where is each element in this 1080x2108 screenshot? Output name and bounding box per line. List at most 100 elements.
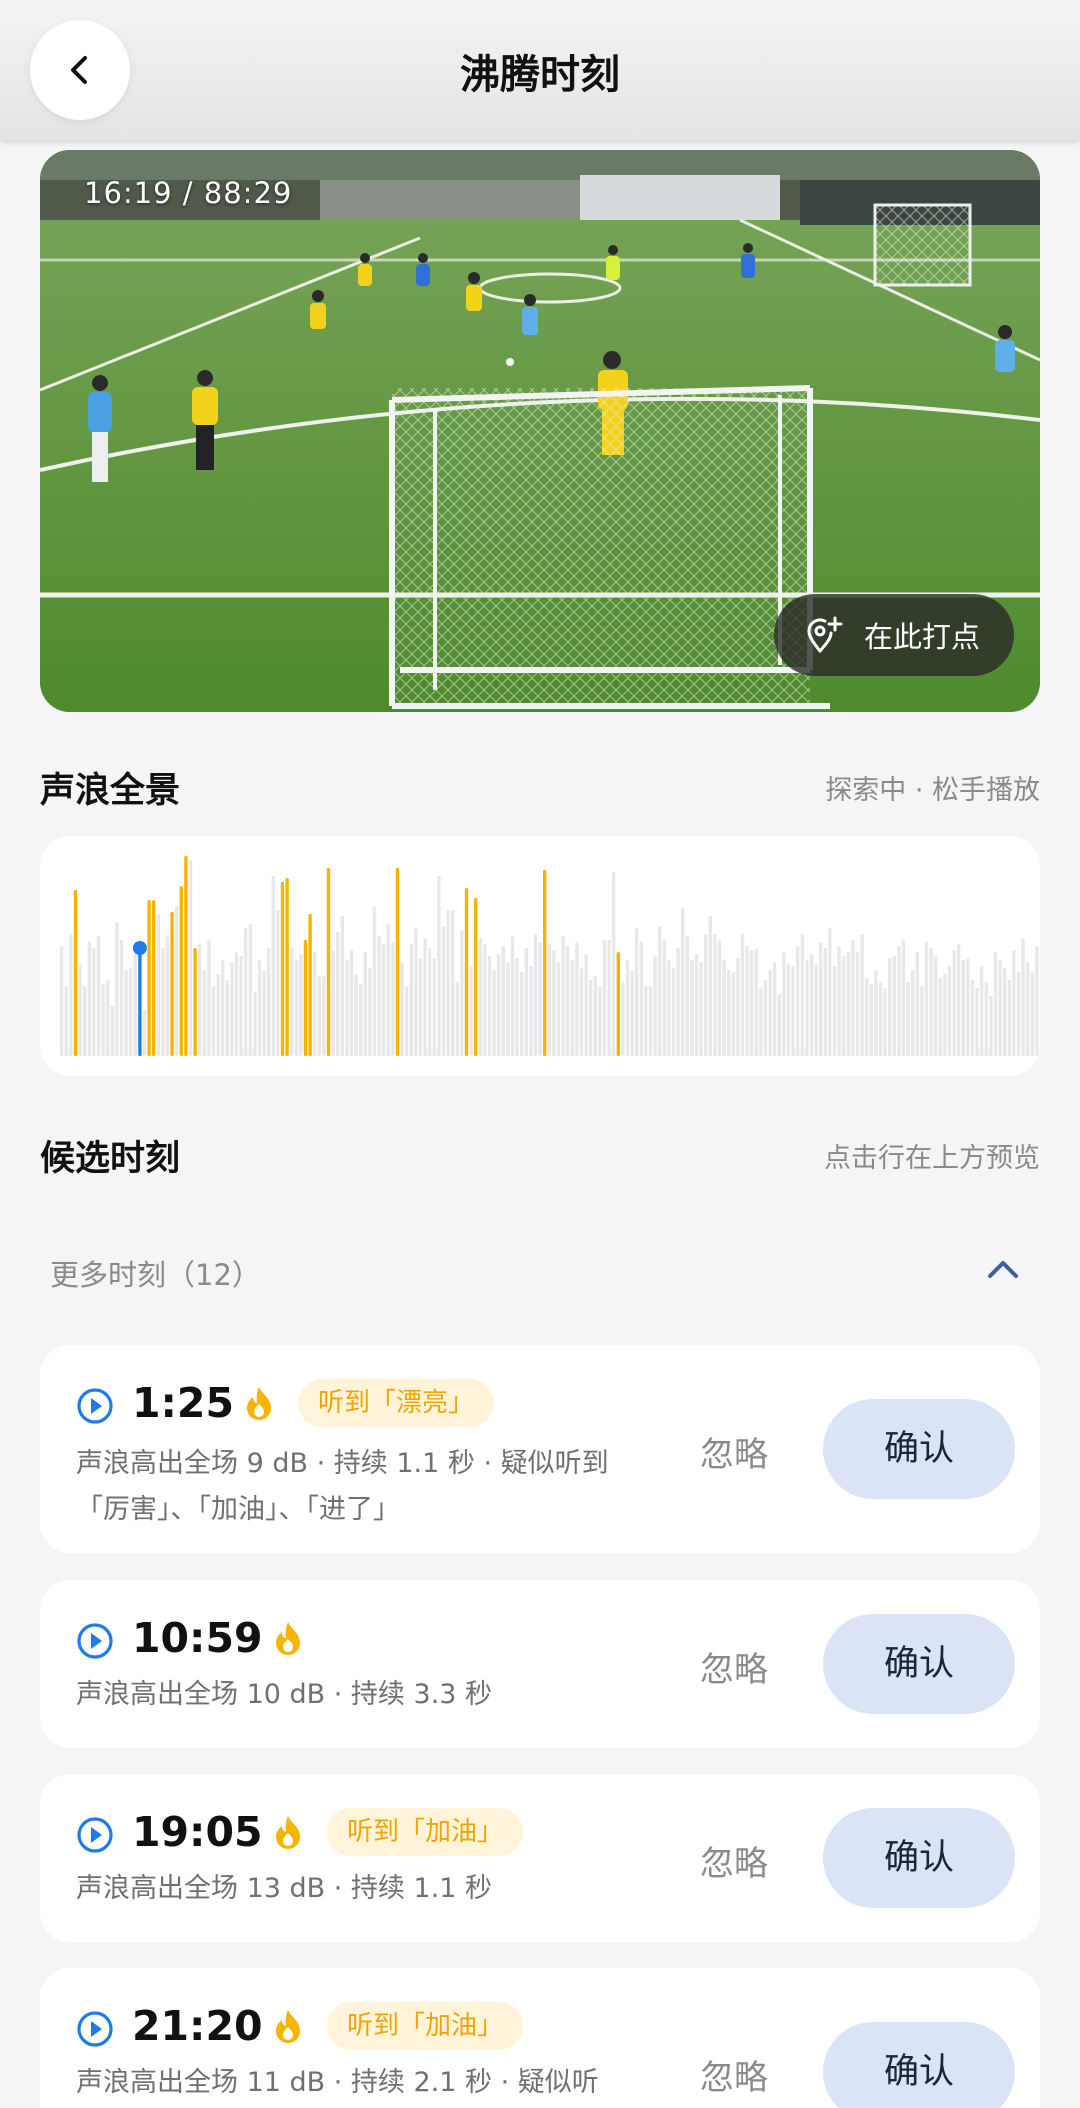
wave-bar [621,982,625,1056]
wave-bar [294,960,298,1056]
flame-icon [273,2008,303,2048]
ignore-button[interactable]: 忽略 [700,1642,768,1691]
wave-bar [878,982,883,1056]
moment-card[interactable]: 10:59 声浪高出全场 10 dB · 持续 3.3 秒 忽略 确认 [40,1580,1040,1748]
wave-bar [566,946,570,1056]
wave-bar [257,960,262,1056]
more-moments-toggle[interactable]: 更多时刻（12） [40,1230,1040,1320]
wave-peak-bar [285,878,289,1056]
video-timecode: 16:19 / 88:29 [84,176,293,210]
wave-bar [911,970,915,1056]
play-icon[interactable] [76,1387,114,1429]
play-icon[interactable] [76,1622,114,1664]
wave-bar [234,952,239,1056]
wave-bar [483,944,487,1056]
wave-peak-bar [326,868,331,1056]
wave-peak-bar [464,888,469,1056]
wave-bar [750,950,754,1056]
wave-bar [809,954,814,1056]
wave-bar [207,940,211,1056]
wave-bar [455,982,459,1056]
wave-bar [529,966,533,1056]
video-preview[interactable]: 16:19 / 88:29 在此打点 [40,150,1040,712]
wave-bar [423,938,427,1056]
wave-bar [1012,950,1016,1056]
moment-card[interactable]: 1:25 听到「漂亮」 声浪高出全场 9 dB · 持续 1.1 秒 · 疑似听… [40,1345,1040,1553]
wave-bar [331,950,335,1056]
wave-peak-bar [474,898,478,1056]
wave-bar [676,948,680,1056]
wave-bar [492,970,496,1056]
wave-bar [690,960,694,1056]
wave-bar [524,948,528,1056]
mark-here-button[interactable]: 在此打点 [774,594,1014,676]
wave-bar [248,924,252,1056]
wave-bar [883,988,887,1056]
moment-card[interactable]: 19:05 听到「加油」 声浪高出全场 13 dB · 持续 1.1 秒 忽略 … [40,1774,1040,1942]
ignore-button[interactable]: 忽略 [700,2050,768,2099]
wave-bar [165,936,170,1056]
wave-peak-bar [147,900,151,1056]
wave-peak-bar [179,886,183,1056]
wave-bar [469,966,473,1056]
wave-bar [239,956,243,1056]
wave-bar [980,966,984,1056]
confirm-button[interactable]: 确认 [823,1808,1015,1908]
wave-bar [961,960,965,1056]
wave-bar [874,970,878,1056]
play-icon[interactable] [76,2010,114,2052]
wave-bar [96,936,101,1056]
wave-bar [244,928,248,1056]
wave-bar [773,962,777,1056]
wave-bar [547,944,551,1056]
wave-peak-bar [303,940,308,1056]
wave-bar [975,988,979,1056]
wave-bar [202,970,206,1056]
wave-bar [354,974,358,1056]
moment-card[interactable]: 21:20 听到「加油」 声浪高出全场 11 dB · 持续 2.1 秒 · 疑… [40,1968,1040,2108]
wave-bar [188,860,193,1056]
wave-bar [957,944,961,1056]
wave-cursor-handle[interactable] [132,941,147,955]
wave-peak-bar [308,914,312,1056]
wave-bar [142,1010,147,1056]
wave-bar [667,960,671,1056]
wave-bar [897,946,901,1056]
wave-bar [685,936,689,1056]
wave-bar [630,970,634,1056]
sound-wave-panel[interactable] [40,836,1053,1076]
wave-bar [998,960,1002,1056]
wave-bar [786,964,791,1056]
wave-bar [966,958,970,1056]
wave-bar [865,978,869,1056]
wave-bar [658,926,662,1056]
flame-icon [273,1814,303,1854]
wave-bar [1021,938,1025,1056]
wave-bar [372,906,377,1056]
moment-description: 声浪高出全场 13 dB · 持续 1.1 秒 [76,1873,493,1904]
wave-bar [211,986,216,1056]
wave-bar [602,940,607,1056]
confirm-button[interactable]: 确认 [823,1399,1015,1499]
ignore-button[interactable]: 忽略 [700,1836,768,1885]
wave-bar [299,954,303,1056]
ignore-button[interactable]: 忽略 [700,1427,768,1476]
chevron-up-icon [986,1252,1020,1290]
wave-bar [901,940,906,1056]
wave-bar [336,932,340,1056]
wave-bar [267,948,271,1056]
add-location-icon [804,615,844,655]
wave-bar [506,962,510,1056]
wave-bar [460,930,464,1056]
wave-bar [722,960,726,1056]
confirm-button[interactable]: 确认 [823,1614,1015,1714]
confirm-button[interactable]: 确认 [823,2022,1015,2108]
wave-bar [754,948,758,1056]
moment-time: 1:25 [132,1379,234,1427]
play-icon[interactable] [76,1816,114,1858]
sound-wave-chart[interactable] [40,836,1053,1076]
top-bar: 沸腾时刻 [0,0,1080,140]
wave-bar [451,910,455,1056]
wave-peak-bar [73,890,78,1056]
wave-bar [313,952,317,1056]
